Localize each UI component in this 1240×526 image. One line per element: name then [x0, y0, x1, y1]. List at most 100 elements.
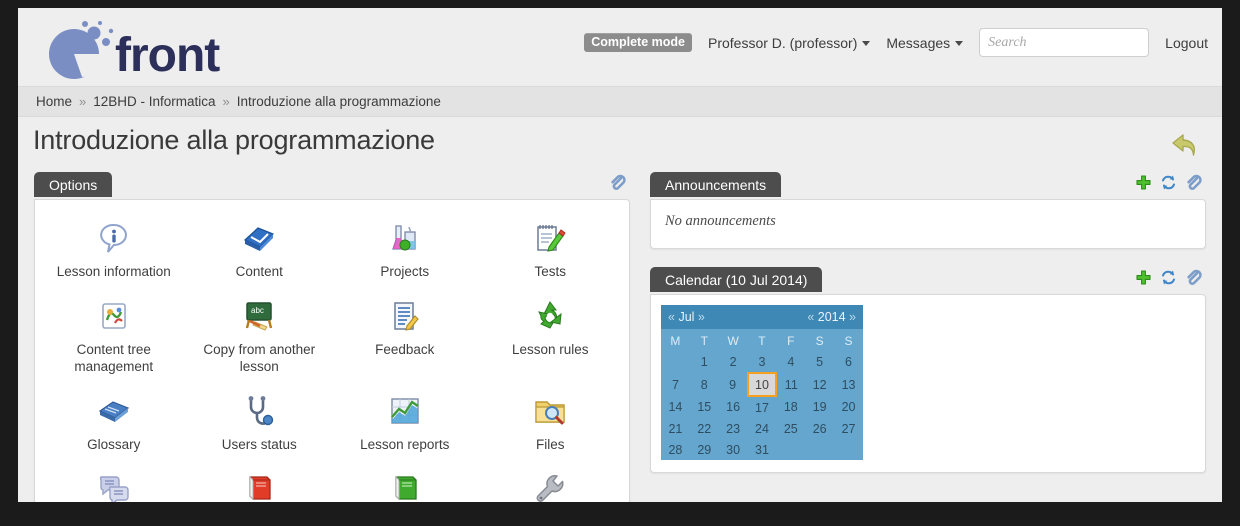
option-projects[interactable]: Projects — [332, 212, 478, 288]
calendar-day-selected[interactable]: 10 — [746, 372, 778, 397]
refresh-icon[interactable] — [1160, 174, 1177, 191]
option-users-status[interactable]: Users status — [187, 385, 333, 461]
right-column: Announcements No announcements Calendar … — [650, 172, 1206, 502]
calendar-day[interactable]: 3 — [748, 351, 777, 373]
calendar-day[interactable]: 24 — [748, 418, 777, 439]
paperclip-icon[interactable] — [1185, 269, 1202, 286]
search-input[interactable] — [979, 28, 1150, 57]
calendar-tab[interactable]: Calendar (10 Jul 2014) — [650, 267, 823, 292]
speech-bubbles-icon — [94, 469, 134, 502]
prev-month-button[interactable]: « — [668, 310, 675, 324]
options-panel-tools — [609, 174, 626, 191]
breadcrumb-item-home[interactable]: Home — [36, 94, 72, 109]
calendar-day[interactable]: 14 — [661, 396, 690, 418]
add-icon[interactable] — [1135, 269, 1152, 286]
next-year-button[interactable]: » — [849, 310, 856, 324]
option-label: Projects — [380, 264, 430, 279]
calendar-day[interactable]: 12 — [805, 373, 834, 396]
calendar-day[interactable]: 8 — [690, 373, 719, 396]
calendar-day[interactable]: 4 — [776, 351, 805, 373]
weekday-header: T — [700, 333, 708, 348]
calendar-day[interactable]: 15 — [690, 396, 719, 418]
option-label: Glossary — [87, 437, 141, 452]
calendar-day[interactable]: 2 — [719, 351, 748, 373]
calendar-month-nav[interactable]: « Jul » — [661, 305, 777, 329]
option-content[interactable]: Content — [187, 212, 333, 288]
red-book-icon — [239, 469, 279, 502]
messages-menu[interactable]: Messages — [886, 35, 964, 51]
logout-link[interactable]: Logout — [1165, 35, 1208, 51]
calendar-day[interactable]: 31 — [748, 439, 777, 460]
chevron-down-icon — [862, 41, 871, 46]
calendar-day[interactable]: 29 — [690, 439, 719, 460]
calendar-day[interactable]: 6 — [834, 351, 863, 373]
green-book-icon — [385, 469, 425, 502]
option-lesson-reports[interactable]: Lesson reports — [332, 385, 478, 461]
option-scorm[interactable]: SCORM — [187, 463, 333, 502]
option-feedback[interactable]: Feedback — [332, 290, 478, 383]
options-tab[interactable]: Options — [34, 172, 113, 197]
calendar-day[interactable]: 27 — [834, 418, 863, 439]
calendar-empty-cell — [661, 351, 690, 373]
option-lesson-information[interactable]: Lesson information — [41, 212, 187, 288]
calendar-day[interactable]: 21 — [661, 418, 690, 439]
option-forum[interactable]: Forum — [41, 463, 187, 502]
breadcrumb-item-course[interactable]: 12BHD - Informatica — [93, 94, 215, 109]
flask-beaker-icon — [385, 218, 425, 258]
calendar-day[interactable]: 23 — [719, 418, 748, 439]
refresh-icon[interactable] — [1160, 269, 1177, 286]
option-copy-from-another-lesson[interactable]: abc Copy from another lesson — [187, 290, 333, 383]
undo-arrow-icon[interactable] — [1166, 127, 1202, 163]
calendar-weeks: 1 2 3 4 5 6 7 8 9 10 11 12 13 14 15 16 17 18 19 20 21 22 23 24 2… — [661, 351, 863, 460]
calendar-day[interactable]: 19 — [805, 396, 834, 418]
complete-mode-badge[interactable]: Complete mode — [584, 32, 692, 53]
next-month-button[interactable]: » — [698, 310, 705, 324]
calendar-day[interactable]: 20 — [834, 396, 863, 418]
top-header-bar: front Complete mode Professor D. (profes… — [18, 8, 1222, 86]
chart-report-icon — [385, 391, 425, 431]
chalkboard-abc-icon: abc — [239, 296, 279, 336]
option-lesson-rules[interactable]: Lesson rules — [478, 290, 624, 383]
options-grid: Lesson information Content Projects Test… — [35, 200, 629, 502]
calendar-day[interactable]: 18 — [776, 396, 805, 418]
paperclip-icon[interactable] — [1185, 174, 1202, 191]
calendar-day[interactable]: 22 — [690, 418, 719, 439]
option-ims[interactable]: IMS — [332, 463, 478, 502]
calendar-day[interactable]: 11 — [776, 373, 805, 396]
option-tests[interactable]: Tests — [478, 212, 624, 288]
calendar-day[interactable]: 26 — [805, 418, 834, 439]
option-administration[interactable]: Administration — [478, 463, 624, 502]
option-glossary[interactable]: Glossary — [41, 385, 187, 461]
announcements-tab[interactable]: Announcements — [650, 172, 782, 197]
option-label: Copy from another lesson — [203, 342, 316, 374]
calendar-day[interactable]: 17 — [748, 396, 777, 418]
weekday-header: T — [758, 333, 766, 348]
calendar-day[interactable]: 30 — [719, 439, 748, 460]
calendar-week-row: 7 8 9 10 11 12 13 — [661, 372, 863, 397]
paperclip-icon[interactable] — [609, 174, 626, 191]
calendar-day[interactable]: 25 — [776, 418, 805, 439]
user-menu[interactable]: Professor D. (professor) — [708, 35, 871, 51]
info-bubble-icon — [94, 218, 134, 258]
calendar-nav-row: « Jul » « 2014 » — [661, 305, 863, 329]
calendar-day[interactable]: 28 — [661, 439, 690, 460]
calendar-day[interactable]: 5 — [805, 351, 834, 373]
calendar-weekday-header-row: M T W T F S S — [661, 329, 863, 351]
calendar-day[interactable]: 9 — [719, 373, 748, 396]
weekday-header: S — [815, 333, 824, 348]
stethoscope-icon — [239, 391, 279, 431]
option-files[interactable]: Files — [478, 385, 624, 461]
calendar-day[interactable]: 1 — [690, 351, 719, 373]
calendar-year-nav[interactable]: « 2014 » — [776, 305, 863, 329]
announcements-panel-header: Announcements — [650, 172, 1206, 199]
calendar-day[interactable]: 13 — [834, 373, 863, 396]
calendar-panel-tools — [1135, 269, 1202, 286]
calendar-day[interactable]: 16 — [719, 396, 748, 418]
notepad-pencil-icon — [530, 218, 570, 258]
calendar-day[interactable]: 7 — [661, 373, 690, 396]
prev-year-button[interactable]: « — [807, 310, 814, 324]
add-icon[interactable] — [1135, 174, 1152, 191]
efront-logo[interactable]: front — [32, 14, 262, 82]
option-content-tree-management[interactable]: Content tree management — [41, 290, 187, 383]
folder-search-icon — [530, 391, 570, 431]
